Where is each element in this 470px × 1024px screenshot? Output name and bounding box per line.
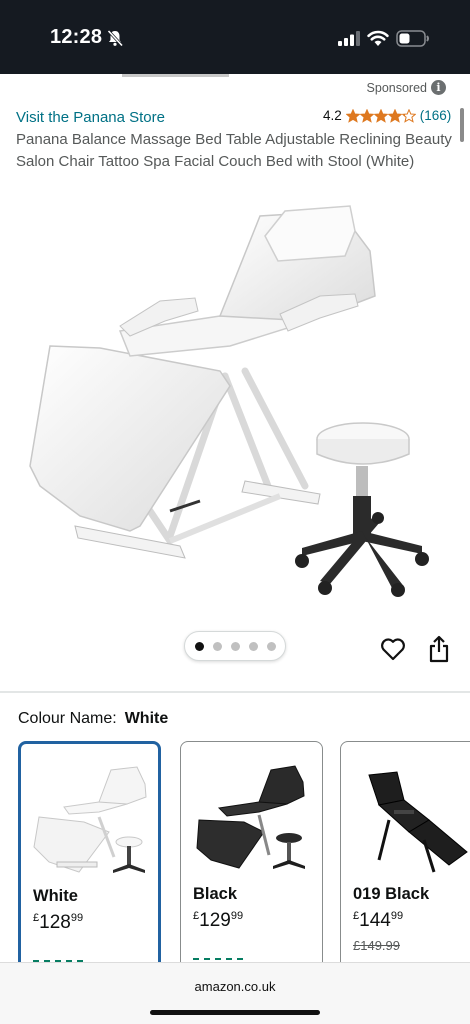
colour-label: Colour Name: xyxy=(18,710,117,727)
swatch-name: Black xyxy=(193,885,238,903)
carousel-dot[interactable] xyxy=(248,641,258,651)
rating-summary[interactable]: 4.2 (166) xyxy=(323,108,451,123)
star-icon xyxy=(387,108,402,123)
status-bar: 12:28 xyxy=(0,0,470,74)
carousel-dot[interactable] xyxy=(212,641,222,651)
carousel-dot[interactable] xyxy=(266,641,276,651)
store-link[interactable]: Visit the Panana Store xyxy=(16,109,165,126)
page-scroll-indicator xyxy=(122,74,229,77)
colour-swatch-white[interactable]: White £12899 xyxy=(18,741,161,981)
bell-muted-icon xyxy=(107,29,124,47)
swatch-price: £12899 xyxy=(33,912,84,933)
swatch-price: £12999 xyxy=(193,910,244,931)
swatch-name: 019 Black xyxy=(353,885,430,903)
colour-value: White xyxy=(124,710,169,727)
colour-swatch-list: White £12899 Black £12999 019 Black £144… xyxy=(18,741,470,981)
signal-icon xyxy=(338,31,360,46)
sponsored-tag[interactable]: Sponsored i xyxy=(367,80,446,95)
colour-swatch-019-black[interactable]: 019 Black £14499 £149.99 xyxy=(340,741,470,981)
home-indicator[interactable] xyxy=(150,1010,320,1015)
sponsored-label: Sponsored xyxy=(366,80,427,95)
image-carousel-dots[interactable] xyxy=(184,631,286,661)
swatch-was-price: £149.99 xyxy=(353,938,400,953)
star-icon xyxy=(401,108,416,123)
swatch-image xyxy=(368,771,468,873)
colour-swatch-black[interactable]: Black £12999 xyxy=(180,741,323,981)
swatch-name: White xyxy=(33,887,78,905)
section-divider xyxy=(0,691,470,693)
share-icon[interactable] xyxy=(428,635,450,663)
product-title: Panana Balance Massage Bed Table Adjusta… xyxy=(16,131,452,170)
carousel-dot[interactable] xyxy=(194,641,204,651)
review-count-link[interactable]: (166) xyxy=(420,108,452,123)
rating-value: 4.2 xyxy=(323,108,342,123)
swatch-image xyxy=(33,766,147,873)
swatch-price: £14499 xyxy=(353,910,404,931)
info-icon[interactable]: i xyxy=(431,80,446,95)
star-rating xyxy=(345,108,416,123)
swatch-image xyxy=(196,765,305,869)
product-image[interactable] xyxy=(20,196,460,606)
url-text[interactable]: amazon.co.uk xyxy=(0,979,470,994)
status-time: 12:28 xyxy=(50,26,103,48)
colour-name-row: Colour Name: White xyxy=(18,710,168,728)
carousel-dot[interactable] xyxy=(230,641,240,651)
star-icon xyxy=(359,108,374,123)
battery-icon xyxy=(396,30,429,47)
wifi-icon xyxy=(367,30,389,46)
browser-url-bar[interactable]: amazon.co.uk xyxy=(0,962,470,1024)
star-icon xyxy=(373,108,388,123)
star-icon xyxy=(345,108,360,123)
heart-icon[interactable] xyxy=(380,637,406,661)
